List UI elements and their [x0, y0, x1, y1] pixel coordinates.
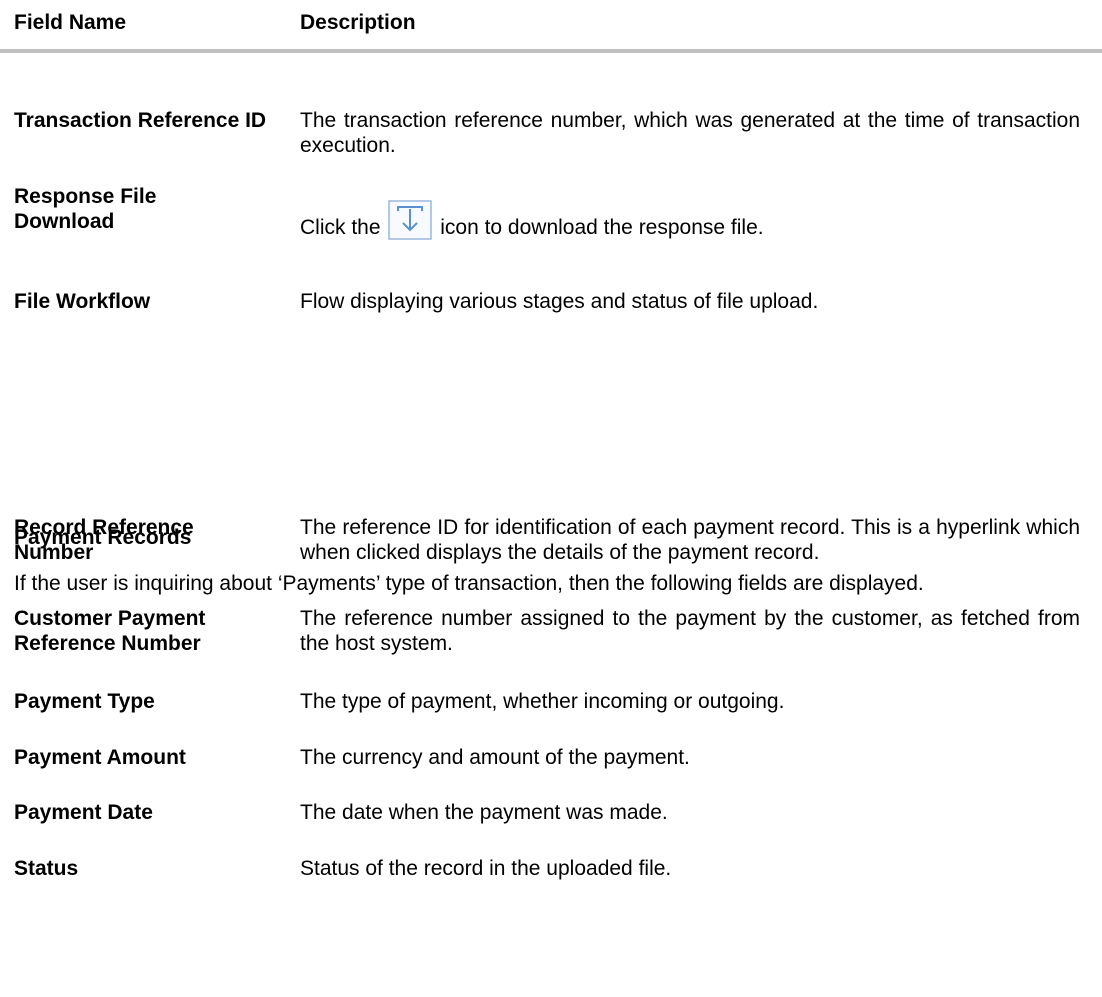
- field-name: Customer Payment Reference Number: [14, 607, 206, 655]
- header-description: Description: [300, 11, 416, 34]
- field-name: Response File Download: [14, 185, 157, 233]
- field-name: Payment Date: [14, 801, 153, 824]
- field-description: Flow displaying various stages and statu…: [300, 290, 819, 313]
- field-name: Status: [14, 857, 79, 880]
- field-name: Payment Type: [14, 690, 155, 713]
- field-name: File Workflow: [14, 290, 151, 313]
- description-text-after: icon to download the response file.: [440, 216, 764, 239]
- header-divider: [0, 49, 1102, 53]
- field-description: The date when the payment was made.: [300, 801, 668, 824]
- field-name: Transaction Reference ID: [14, 109, 267, 132]
- document-page: Field Name Description Transaction Refer…: [0, 0, 1102, 997]
- download-icon[interactable]: [388, 200, 433, 240]
- field-description: The type of payment, whether incoming or…: [300, 690, 785, 713]
- field-description: The reference ID for identification of e…: [300, 516, 1080, 564]
- field-description: The currency and amount of the payment.: [300, 746, 690, 769]
- field-name: Record Reference Number: [14, 516, 194, 564]
- field-description: The reference number assigned to the pay…: [300, 607, 1080, 655]
- field-name: Payment Amount: [14, 746, 186, 769]
- field-description: The transaction reference number, which …: [300, 109, 1080, 157]
- table-header: Field Name Description: [0, 0, 1102, 48]
- field-description: Click the icon to download the response …: [300, 200, 1080, 240]
- header-field-name: Field Name: [14, 11, 127, 34]
- field-description: Status of the record in the uploaded fil…: [300, 857, 672, 880]
- description-text-before: Click the: [300, 216, 381, 239]
- section-intro: If the user is inquiring about ‘Payments…: [14, 572, 924, 595]
